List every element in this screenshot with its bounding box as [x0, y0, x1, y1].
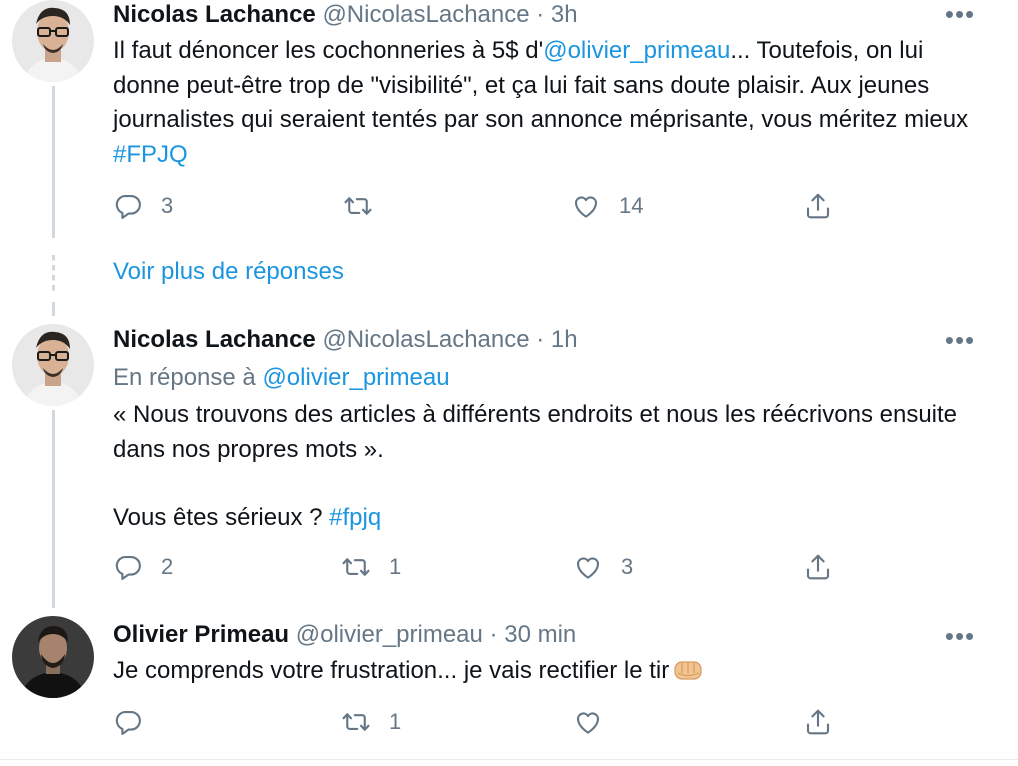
separator-dot: · — [536, 1, 545, 28]
retweet-button[interactable]: 1 — [341, 549, 401, 585]
reply-to-label: En réponse à — [113, 364, 263, 391]
share-button[interactable] — [803, 188, 833, 224]
tweet-actions: 2 1 3 — [113, 549, 853, 585]
author-name[interactable]: Nicolas Lachance — [113, 1, 316, 28]
tweet-actions: 1 — [113, 704, 853, 740]
tweet-actions: 3 14 — [113, 188, 853, 224]
reply-count: 3 — [161, 193, 174, 218]
avatar[interactable] — [12, 616, 94, 698]
share-icon — [803, 552, 833, 582]
like-count: 14 — [619, 193, 644, 218]
reply-button[interactable] — [113, 704, 165, 740]
retweet-count: 1 — [389, 709, 402, 734]
tweet-header: Olivier Primeau @olivier_primeau · 30 mi… — [113, 620, 576, 650]
thread-line — [52, 410, 55, 608]
text-part: Vous êtes sérieux ? — [113, 504, 330, 531]
retweet-icon — [343, 191, 373, 221]
text-paragraph-2: Vous êtes sérieux ? #fpjq — [113, 501, 993, 536]
author-name[interactable]: Olivier Primeau — [113, 621, 289, 648]
retweet-count: 1 — [389, 554, 402, 579]
share-icon — [803, 191, 833, 221]
author-handle[interactable]: @NicolasLachance — [322, 1, 529, 28]
like-icon — [571, 191, 601, 221]
more-options-icon[interactable]: ••• — [944, 623, 976, 649]
author-handle[interactable]: @NicolasLachance — [322, 326, 529, 353]
reply-context: En réponse à @olivier_primeau — [113, 361, 993, 396]
author-name[interactable]: Nicolas Lachance — [113, 326, 316, 353]
timestamp[interactable]: 30 min — [504, 621, 576, 648]
like-button[interactable]: 3 — [573, 549, 633, 585]
tweet-text: « Nous trouvons des articles à différent… — [113, 398, 993, 536]
share-button[interactable] — [803, 704, 833, 740]
like-button[interactable] — [573, 704, 625, 740]
reply-button[interactable]: 3 — [113, 188, 173, 224]
reply-button[interactable]: 2 — [113, 549, 173, 585]
reply-count: 2 — [161, 554, 174, 579]
tweet-text: Il faut dénoncer les cochonneries à 5$ d… — [113, 34, 993, 172]
retweet-button[interactable] — [343, 188, 395, 224]
avatar[interactable] — [12, 0, 94, 82]
mention-link[interactable]: @olivier_primeau — [543, 37, 730, 64]
reply-to-handle[interactable]: @olivier_primeau — [262, 364, 449, 391]
retweet-button[interactable]: 1 — [341, 704, 401, 740]
share-icon — [803, 707, 833, 737]
timestamp[interactable]: 1h — [551, 326, 578, 353]
show-more-replies-link[interactable]: Voir plus de réponses — [113, 255, 344, 289]
more-options-icon[interactable]: ••• — [944, 1, 976, 27]
tweet-text: Je comprends votre frustration... je vai… — [113, 654, 993, 689]
tweet-header: Nicolas Lachance @NicolasLachance · 1h — [113, 325, 578, 355]
tweet-1[interactable]: Nicolas Lachance @NicolasLachance · 3h •… — [0, 0, 1018, 245]
reply-icon — [113, 552, 143, 582]
more-options-icon[interactable]: ••• — [944, 327, 976, 353]
tweet-2[interactable]: Nicolas Lachance @NicolasLachance · 1h •… — [0, 318, 1018, 608]
divider — [0, 759, 1018, 760]
hashtag-link[interactable]: #fpjq — [329, 504, 381, 531]
like-icon — [573, 552, 603, 582]
share-button[interactable] — [803, 549, 833, 585]
separator-dot: · — [489, 621, 498, 648]
hashtag-link[interactable]: #FPJQ — [113, 141, 188, 168]
oncoming-fist-emoji — [674, 661, 702, 680]
text-part: Je comprends votre frustration... je vai… — [113, 657, 670, 684]
reply-icon — [113, 191, 143, 221]
timestamp[interactable]: 3h — [551, 1, 578, 28]
tweet-header: Nicolas Lachance @NicolasLachance · 3h — [113, 0, 578, 30]
like-count: 3 — [621, 554, 634, 579]
tweet-3[interactable]: Olivier Primeau @olivier_primeau · 30 mi… — [0, 610, 1018, 760]
reply-icon — [113, 707, 143, 737]
like-icon — [573, 707, 603, 737]
text-part: Il faut dénoncer les cochonneries à 5$ d… — [113, 37, 544, 64]
author-handle[interactable]: @olivier_primeau — [296, 621, 483, 648]
retweet-icon — [341, 707, 371, 737]
avatar[interactable] — [12, 324, 94, 406]
like-button[interactable]: 14 — [571, 188, 643, 224]
thread-line — [52, 86, 55, 238]
text-paragraph: « Nous trouvons des articles à différent… — [113, 401, 958, 463]
retweet-icon — [341, 552, 371, 582]
thread-line — [52, 302, 55, 316]
thread-gap-dots — [52, 255, 55, 295]
separator-dot: · — [536, 326, 545, 353]
